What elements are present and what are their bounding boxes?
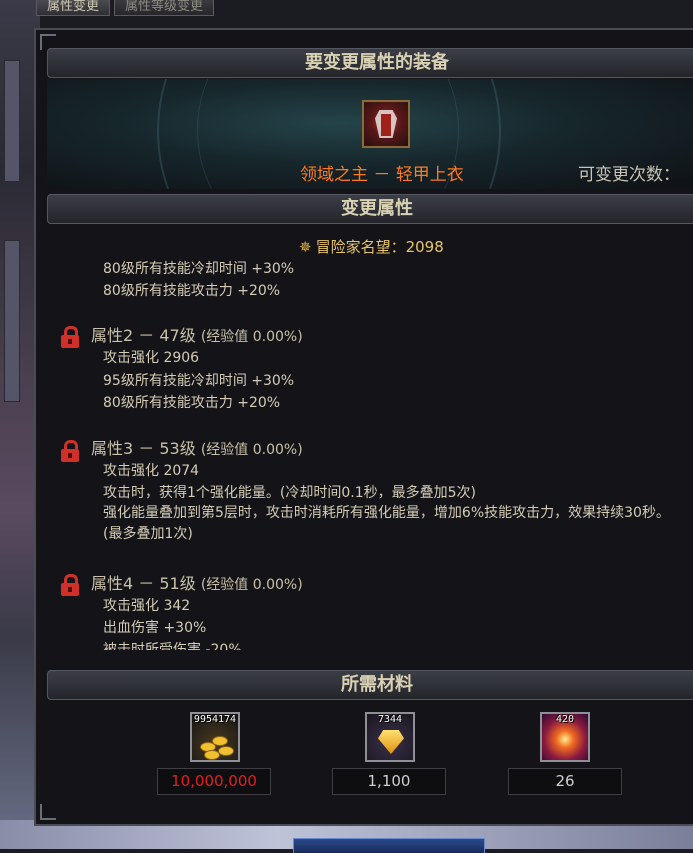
attr3-line: 攻击强化 2074 bbox=[103, 463, 200, 479]
attr3-name: 属性3 － 53级 bbox=[91, 439, 196, 458]
background-pillar bbox=[4, 240, 20, 402]
attr3-exp: (经验值 0.00%) bbox=[200, 442, 303, 458]
attr2-line: 攻击强化 2906 bbox=[103, 350, 200, 366]
attr4-line: 攻击强化 342 bbox=[103, 598, 191, 614]
gold-gem-icon[interactable]: 7344 bbox=[365, 712, 415, 762]
owned-count: 420 bbox=[555, 714, 575, 725]
attr3-line: 强化能量叠加到第5层时，攻击时消耗所有强化能量，增加6%技能攻击力，效果持续30… bbox=[103, 505, 670, 542]
attr2-name: 属性2 － 47级 bbox=[91, 326, 196, 345]
equipment-section-header: 要变更属性的装备 bbox=[47, 48, 693, 78]
lock-icon[interactable] bbox=[61, 326, 79, 348]
gold-coins-icon[interactable]: 9954174 bbox=[190, 712, 240, 762]
attr3-line: 攻击时，获得1个强化能量。(冷却时间0.1秒，最多叠加5次) bbox=[103, 485, 477, 501]
armor-detail bbox=[381, 114, 391, 136]
attr4-line: 出血伤害 +30% bbox=[103, 620, 207, 636]
attr3-title: 属性3 － 53级 (经验值 0.00%) bbox=[91, 435, 303, 459]
equipment-armor-icon[interactable] bbox=[362, 100, 410, 148]
frame-corner bbox=[40, 804, 56, 820]
owned-count: 7344 bbox=[377, 714, 403, 725]
attr4-name: 属性4 － 51级 bbox=[91, 574, 196, 593]
attr4-title: 属性4 － 51级 (经验值 0.00%) bbox=[91, 570, 303, 594]
required-quantity: 1,100 bbox=[332, 768, 446, 795]
required-quantity: 10,000,000 bbox=[157, 768, 271, 795]
background-pillar bbox=[4, 60, 20, 182]
attr2-line: 80级所有技能攻击力 +20% bbox=[103, 395, 281, 411]
attr2-line: 95级所有技能冷却时间 +30% bbox=[103, 373, 295, 389]
fame-value: 冒险家名望：2098 bbox=[315, 238, 444, 256]
lock-icon[interactable] bbox=[61, 440, 79, 462]
equipment-name: 领域之主 － 轻甲上衣 bbox=[300, 165, 464, 185]
tab-attribute-level-change[interactable]: 属性等级变更 bbox=[114, 0, 215, 16]
lock-icon[interactable] bbox=[61, 574, 79, 596]
required-quantity: 26 bbox=[508, 768, 622, 795]
owned-count: 9954174 bbox=[193, 714, 237, 725]
attributes-section-header: 变更属性 bbox=[47, 194, 693, 224]
attr4-line: 被击时所受伤害 -20% bbox=[103, 642, 242, 650]
energy-orb-icon[interactable]: 420 bbox=[540, 712, 590, 762]
attribute-list[interactable]: ✵ 冒险家名望：2098 80级所有技能冷却时间 +30% 80级所有技能攻击力 … bbox=[47, 226, 687, 650]
tab-bar: 属性变更 属性等级变更 bbox=[36, 0, 218, 16]
attr1-line: 80级所有技能攻击力 +20% bbox=[103, 283, 281, 299]
tab-attribute-change[interactable]: 属性变更 bbox=[36, 0, 111, 16]
confirm-button[interactable] bbox=[293, 838, 485, 853]
attr2-exp: (经验值 0.00%) bbox=[200, 329, 303, 345]
attr4-exp: (经验值 0.00%) bbox=[200, 577, 303, 593]
attr2-title: 属性2 － 47级 (经验值 0.00%) bbox=[91, 322, 303, 346]
change-count-label: 可变更次数： bbox=[578, 165, 680, 185]
fame-icon: ✵ bbox=[299, 238, 312, 256]
materials-section-header: 所需材料 bbox=[47, 670, 693, 700]
attr1-line: 80级所有技能冷却时间 +30% bbox=[103, 261, 295, 277]
adventurer-fame: ✵ 冒险家名望：2098 bbox=[299, 236, 444, 257]
